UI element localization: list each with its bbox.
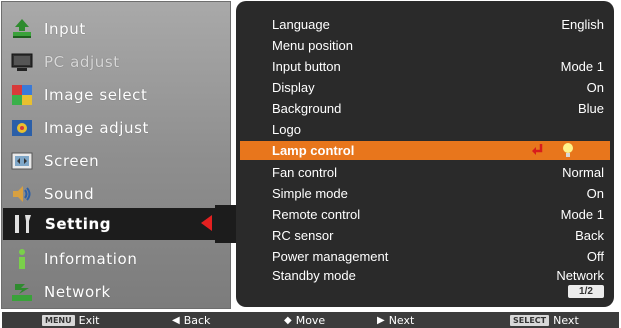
input-icon <box>10 17 34 41</box>
selected-arrow-icon <box>201 215 212 231</box>
setting-row-background[interactable]: Background Blue <box>236 98 614 119</box>
projector-osd: Input PC adjust Image select Image adjus… <box>0 0 621 328</box>
menu-item-image-adjust[interactable]: Image adjust <box>2 111 230 144</box>
setting-icon <box>11 212 35 236</box>
menu-item-pc-adjust[interactable]: PC adjust <box>2 45 230 78</box>
settings-panel: Language English Menu position Input but… <box>236 1 614 307</box>
bottom-nav-bar: MENU Exit ◀ Back ◆ Move ▶ Next SELECT Ne… <box>2 312 619 328</box>
image-adjust-icon <box>10 116 34 140</box>
nav-select-label: Next <box>553 313 579 327</box>
menu-item-label: Image select <box>44 85 148 104</box>
menu-item-information[interactable]: Information <box>2 242 230 275</box>
menu-item-label: Screen <box>44 151 100 170</box>
nav-move[interactable]: ◆ Move <box>284 312 325 328</box>
network-icon <box>10 280 34 304</box>
setting-row-power-management[interactable]: Power management Off <box>236 246 614 267</box>
page-indicator: 1/2 <box>568 285 604 298</box>
enter-arrow-icon <box>530 142 546 161</box>
nav-exit[interactable]: MENU Exit <box>42 312 99 328</box>
menu-item-label: Information <box>44 249 138 268</box>
menu-item-label: Input <box>44 19 86 38</box>
menu-item-input[interactable]: Input <box>2 12 230 45</box>
image-select-icon <box>10 83 34 107</box>
menu-item-label: Network <box>44 282 111 301</box>
left-arrow-icon: ◀ <box>172 314 180 326</box>
setting-row-fan-control[interactable]: Fan control Normal <box>236 162 614 183</box>
nav-select[interactable]: SELECT Next <box>510 312 579 328</box>
nav-move-label: Move <box>295 313 326 327</box>
setting-row-standby-mode[interactable]: Standby mode Network <box>236 265 614 286</box>
nav-back-label: Back <box>183 313 211 327</box>
nav-next-label: Next <box>388 313 415 327</box>
menu-item-label: Setting <box>45 215 112 233</box>
nav-next[interactable]: ▶ Next <box>377 312 414 328</box>
setting-row-menu-position[interactable]: Menu position <box>236 35 614 56</box>
lamp-icon <box>560 141 576 162</box>
menu-item-label: Sound <box>44 184 95 203</box>
main-menu: Input PC adjust Image select Image adjus… <box>1 1 231 309</box>
menu-item-label: PC adjust <box>44 52 120 71</box>
setting-row-lamp-control[interactable]: Lamp control <box>240 141 610 160</box>
menu-key-icon: MENU <box>42 314 75 326</box>
menu-item-screen[interactable]: Screen <box>2 144 230 177</box>
menu-item-sound[interactable]: Sound <box>2 177 230 210</box>
nav-back[interactable]: ◀ Back <box>172 312 210 328</box>
information-icon <box>10 247 34 271</box>
setting-row-language[interactable]: Language English <box>236 14 614 35</box>
menu-item-label: Image adjust <box>44 118 150 137</box>
setting-row-rc-sensor[interactable]: RC sensor Back <box>236 225 614 246</box>
screen-icon <box>10 149 34 173</box>
sound-icon <box>10 182 34 206</box>
setting-row-simple-mode[interactable]: Simple mode On <box>236 183 614 204</box>
menu-item-image-select[interactable]: Image select <box>2 78 230 111</box>
right-arrow-icon: ▶ <box>377 314 385 326</box>
setting-row-logo[interactable]: Logo <box>236 119 614 140</box>
up-down-arrow-icon: ◆ <box>284 314 292 326</box>
menu-item-network[interactable]: Network <box>2 275 230 308</box>
setting-row-display[interactable]: Display On <box>236 77 614 98</box>
setting-row-remote-control[interactable]: Remote control Mode 1 <box>236 204 614 225</box>
menu-item-setting[interactable]: Setting <box>3 208 217 240</box>
select-key-icon: SELECT <box>510 314 550 326</box>
setting-row-input-button[interactable]: Input button Mode 1 <box>236 56 614 77</box>
pc-adjust-icon <box>10 50 34 74</box>
nav-exit-label: Exit <box>78 313 100 327</box>
